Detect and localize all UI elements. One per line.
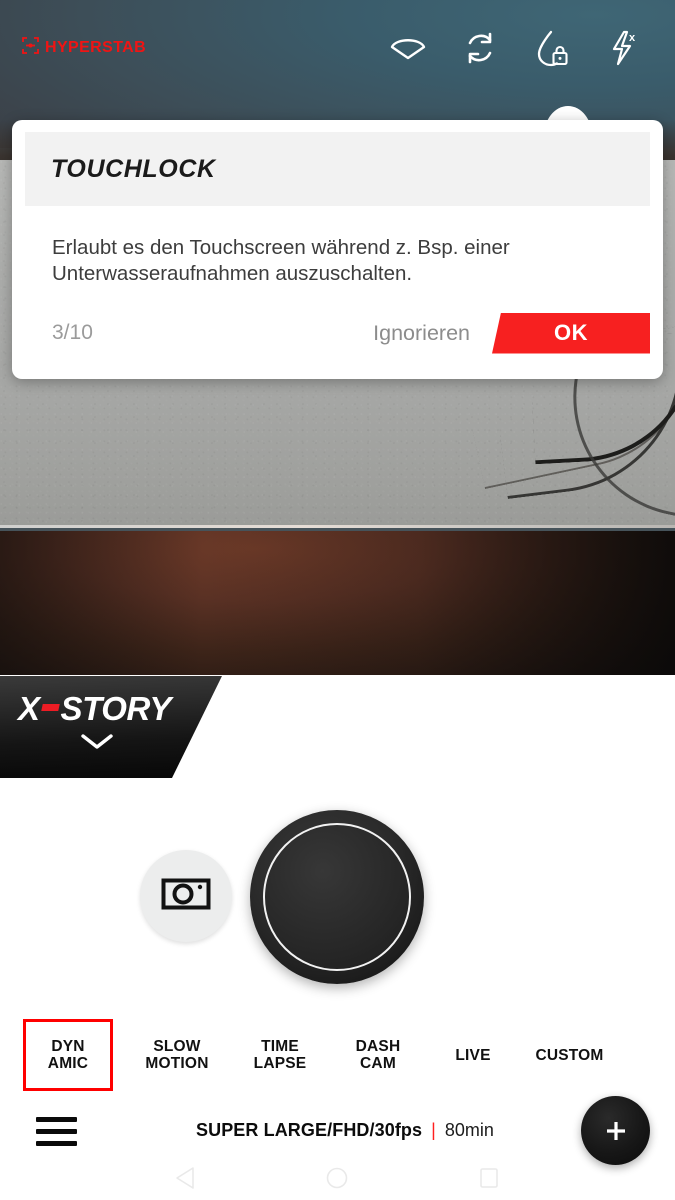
photo-mode-toggle[interactable] (140, 850, 232, 942)
xstory-dash (40, 704, 60, 711)
mode-time-lapse[interactable]: TIME LAPSE (235, 1019, 325, 1091)
dialog-title: TOUCHLOCK (51, 154, 216, 183)
status-separator: | (431, 1120, 436, 1140)
dialog-step-counter: 3/10 (52, 321, 93, 344)
hamburger-line (36, 1117, 77, 1122)
shutter-inner-ring (263, 823, 411, 971)
capture-controls (0, 790, 675, 1005)
chevron-down-icon[interactable] (80, 733, 114, 756)
add-button[interactable] (581, 1096, 650, 1165)
duration-label: 80min (444, 1120, 494, 1140)
mode-selector: DYN AMIC SLOW MOTION TIME LAPSE DASH CAM… (0, 1014, 675, 1096)
hamburger-line (36, 1129, 77, 1134)
dialog-footer: 3/10 Ignorieren OK (12, 287, 663, 379)
plus-icon (606, 1121, 625, 1140)
dialog-panel: TOUCHLOCK Erlaubt es den Touchscreen wäh… (12, 120, 663, 379)
mode-slow-motion[interactable]: SLOW MOTION (127, 1019, 227, 1091)
shutter-button[interactable] (250, 810, 424, 984)
xstory-story: STORY (60, 690, 172, 727)
hamburger-line (36, 1141, 77, 1146)
mode-custom[interactable]: CUSTOM (517, 1019, 622, 1091)
preview-lower-region (0, 531, 675, 675)
xstory-x: X (18, 690, 40, 727)
resolution-label: SUPER LARGE/FHD/30fps (196, 1120, 423, 1140)
dialog-header: TOUCHLOCK (25, 132, 650, 206)
touchlock-tooltip-dialog: TOUCHLOCK Erlaubt es den Touchscreen wäh… (0, 0, 675, 400)
camera-app-screen: HYPERSTAB x TOUCHLOCK Erlaubt es den Tou… (0, 0, 675, 1200)
dialog-description: Erlaubt es den Touchscreen während z. Bs… (52, 236, 510, 285)
ignore-button[interactable]: Ignorieren (373, 321, 470, 346)
mode-live[interactable]: LIVE (433, 1019, 513, 1091)
mode-dynamic[interactable]: DYN AMIC (23, 1019, 113, 1091)
recording-status: SUPER LARGE/FHD/30fps | 80min (196, 1120, 494, 1141)
dialog-body: Erlaubt es den Touchscreen während z. Bs… (12, 206, 663, 287)
bottom-toolbar: SUPER LARGE/FHD/30fps | 80min (0, 1096, 675, 1172)
ok-button[interactable]: OK (492, 312, 650, 354)
camera-icon (161, 875, 211, 918)
hamburger-menu-icon[interactable] (36, 1117, 77, 1146)
mode-dash-cam[interactable]: DASH CAM (333, 1019, 423, 1091)
xstory-banner[interactable]: X STORY (0, 676, 222, 778)
xstory-wordmark: X STORY (18, 690, 171, 728)
